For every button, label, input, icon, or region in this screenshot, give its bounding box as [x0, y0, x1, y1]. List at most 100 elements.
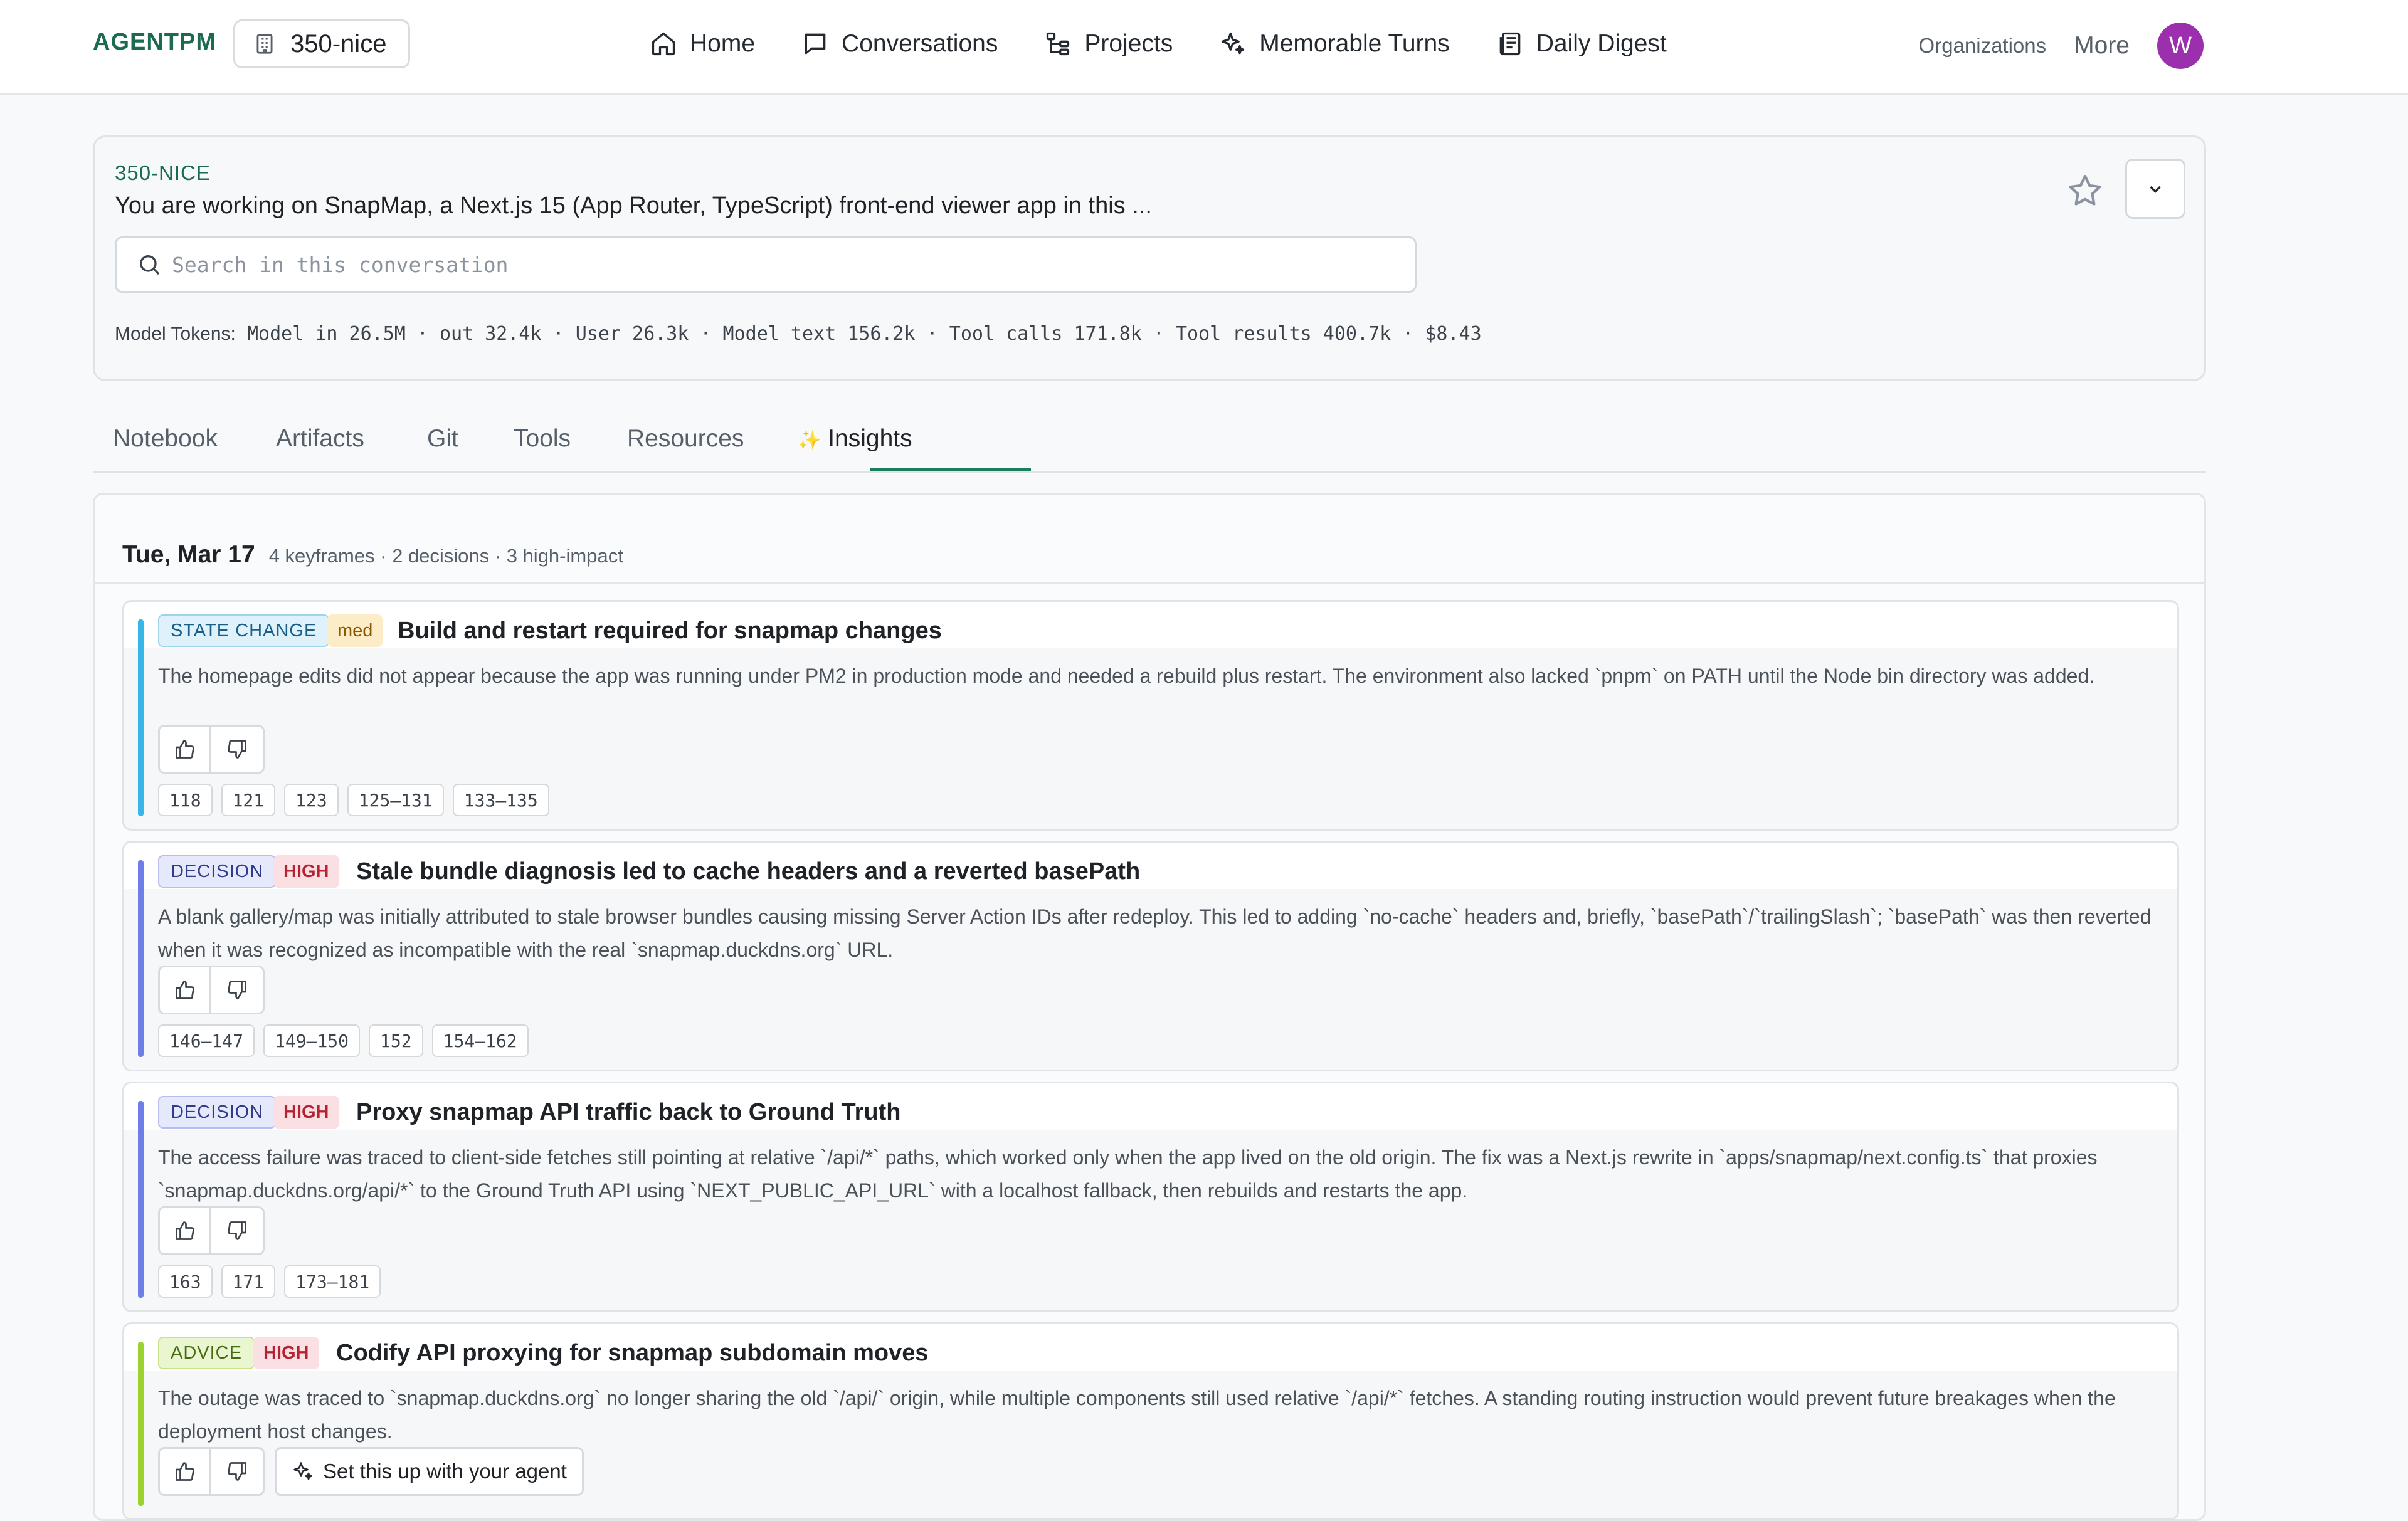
conversation-options-button[interactable] — [2125, 159, 2185, 219]
tab-git[interactable]: Git — [427, 425, 458, 453]
impact-badge: med — [327, 614, 383, 647]
nav-daily-digest[interactable]: Daily Digest — [1496, 25, 1667, 63]
turn-ref[interactable]: 154–162 — [431, 1024, 529, 1057]
thumbs-down-button[interactable] — [211, 967, 263, 1013]
insights-panel: Tue, Mar 17 4 keyframes · 2 decisions · … — [93, 493, 2206, 1521]
search-input[interactable] — [172, 252, 1363, 277]
sparkle-icon — [1222, 32, 1245, 55]
tokens-value: Model in 26.5M · out 32.4k · User 26.3k … — [246, 323, 1391, 345]
turn-ref[interactable]: 125–131 — [347, 784, 444, 816]
nav-memorable-turns[interactable]: Memorable Turns — [1219, 25, 1450, 63]
conversation-id[interactable]: 350-NICE — [115, 161, 211, 185]
tab-artifacts[interactable]: Artifacts — [276, 425, 364, 453]
type-badge: STATE CHANGE — [158, 614, 330, 647]
turn-refs: 118 121 123 125–131 133–135 — [158, 784, 549, 816]
turn-ref[interactable]: 163 — [158, 1265, 213, 1298]
turn-ref[interactable]: 118 — [158, 784, 213, 816]
thumbs-down-icon — [228, 981, 246, 999]
impact-badge: HIGH — [253, 1337, 319, 1369]
day-header: Tue, Mar 17 4 keyframes · 2 decisions · … — [122, 541, 623, 569]
nav-projects-label: Projects — [1084, 30, 1173, 57]
star-icon[interactable] — [2065, 171, 2105, 211]
day-meta: 4 keyframes · 2 decisions · 3 high-impac… — [268, 545, 623, 567]
right-nav: Organizations More W — [1919, 23, 2204, 69]
tab-notebook[interactable]: Notebook — [113, 425, 218, 453]
turn-ref[interactable]: 173–181 — [284, 1265, 381, 1298]
card-description: The access failure was traced to client-… — [158, 1146, 2098, 1202]
tab-insights[interactable]: ✨ Insights — [798, 425, 912, 453]
card-title: Proxy snapmap API traffic back to Ground… — [356, 1098, 901, 1125]
thumbs-up-icon — [175, 1221, 194, 1240]
feedback-buttons — [158, 725, 265, 774]
turn-ref[interactable]: 133–135 — [452, 784, 549, 816]
building-icon — [256, 34, 273, 54]
turn-ref[interactable]: 121 — [221, 784, 276, 816]
turn-ref[interactable]: 171 — [221, 1265, 276, 1298]
nav-digest-label: Daily Digest — [1536, 30, 1667, 57]
card-accent-bar — [138, 619, 144, 816]
divider — [95, 582, 2204, 584]
search-icon — [140, 255, 160, 275]
tab-resources[interactable]: Resources — [627, 425, 744, 453]
newspaper-icon — [1499, 32, 1521, 56]
card-accent-bar — [138, 1342, 144, 1506]
tab-insights-label: Insights — [828, 425, 912, 452]
turn-refs: 163 171 173–181 — [158, 1265, 381, 1298]
brand-logo[interactable]: AGENTPM — [93, 29, 216, 56]
turn-ref[interactable]: 123 — [284, 784, 339, 816]
home-icon — [652, 32, 675, 56]
setup-agent-label: Set this up with your agent — [323, 1460, 567, 1483]
thumbs-down-icon — [228, 1221, 246, 1240]
nav-projects[interactable]: Projects — [1044, 25, 1173, 63]
insight-card[interactable]: DECISION HIGH Proxy snapmap API traffic … — [122, 1082, 2179, 1312]
thumbs-down-button[interactable] — [211, 1449, 263, 1494]
thumbs-down-button[interactable] — [211, 727, 263, 772]
nav-conversations[interactable]: Conversations — [801, 25, 998, 63]
insight-card[interactable]: ADVICE HIGH Codify API proxying for snap… — [122, 1322, 2179, 1520]
thumbs-up-button[interactable] — [160, 1208, 211, 1253]
org-switcher[interactable]: 350-nice — [233, 19, 410, 68]
nav-memorable-label: Memorable Turns — [1259, 30, 1450, 57]
insight-card[interactable]: STATE CHANGE med Build and restart requi… — [122, 600, 2179, 831]
type-badge: DECISION — [158, 855, 277, 888]
turn-ref[interactable]: 149–150 — [263, 1024, 361, 1057]
card-description: The homepage edits did not appear becaus… — [158, 665, 2095, 687]
card-description: The outage was traced to `snapmap.duckdn… — [158, 1387, 2116, 1443]
card-title: Codify API proxying for snapmap subdomai… — [336, 1339, 929, 1366]
card-title: Stale bundle diagnosis led to cache head… — [356, 858, 1141, 885]
type-badge: ADVICE — [158, 1337, 255, 1369]
tree-icon — [1047, 32, 1070, 56]
card-title: Build and restart required for snapmap c… — [398, 617, 942, 644]
nav-home[interactable]: Home — [650, 25, 755, 63]
thumbs-down-icon — [228, 1462, 246, 1481]
nav-home-label: Home — [690, 30, 756, 57]
conversation-search[interactable] — [115, 236, 1417, 293]
token-usage: Model Tokens: Model in 26.5M · out 32.4k… — [115, 323, 1482, 345]
thumbs-down-icon — [228, 740, 246, 759]
turn-ref[interactable]: 152 — [369, 1024, 423, 1057]
thumbs-up-button[interactable] — [160, 727, 211, 772]
thumbs-up-button[interactable] — [160, 967, 211, 1013]
day-title: Tue, Mar 17 — [122, 541, 255, 568]
insight-card[interactable]: DECISION HIGH Stale bundle diagnosis led… — [122, 841, 2179, 1071]
thumbs-up-icon — [175, 1462, 194, 1481]
org-name: 350-nice — [290, 29, 387, 58]
tab-tools[interactable]: Tools — [514, 425, 571, 453]
feedback-buttons — [158, 1206, 265, 1255]
thumbs-up-button[interactable] — [160, 1449, 211, 1494]
setup-agent-button[interactable]: Set this up with your agent — [275, 1447, 584, 1496]
tokens-label: Model Tokens: — [115, 324, 236, 344]
sparkle-icon — [293, 1462, 312, 1480]
conversation-tabs: Notebook Artifacts Git Tools Resources ✨… — [93, 414, 2206, 473]
avatar[interactable]: W — [2157, 23, 2204, 69]
turn-refs: 146–147 149–150 152 154–162 — [158, 1024, 529, 1057]
thumbs-up-icon — [175, 740, 194, 759]
turn-ref[interactable]: 146–147 — [158, 1024, 255, 1057]
thumbs-down-button[interactable] — [211, 1208, 263, 1253]
more-menu[interactable]: More — [2074, 32, 2130, 60]
active-tab-indicator — [870, 468, 1031, 471]
impact-badge: HIGH — [273, 855, 339, 888]
organizations-link[interactable]: Organizations — [1919, 34, 2047, 58]
impact-badge: HIGH — [273, 1096, 339, 1129]
feedback-buttons — [158, 966, 265, 1014]
